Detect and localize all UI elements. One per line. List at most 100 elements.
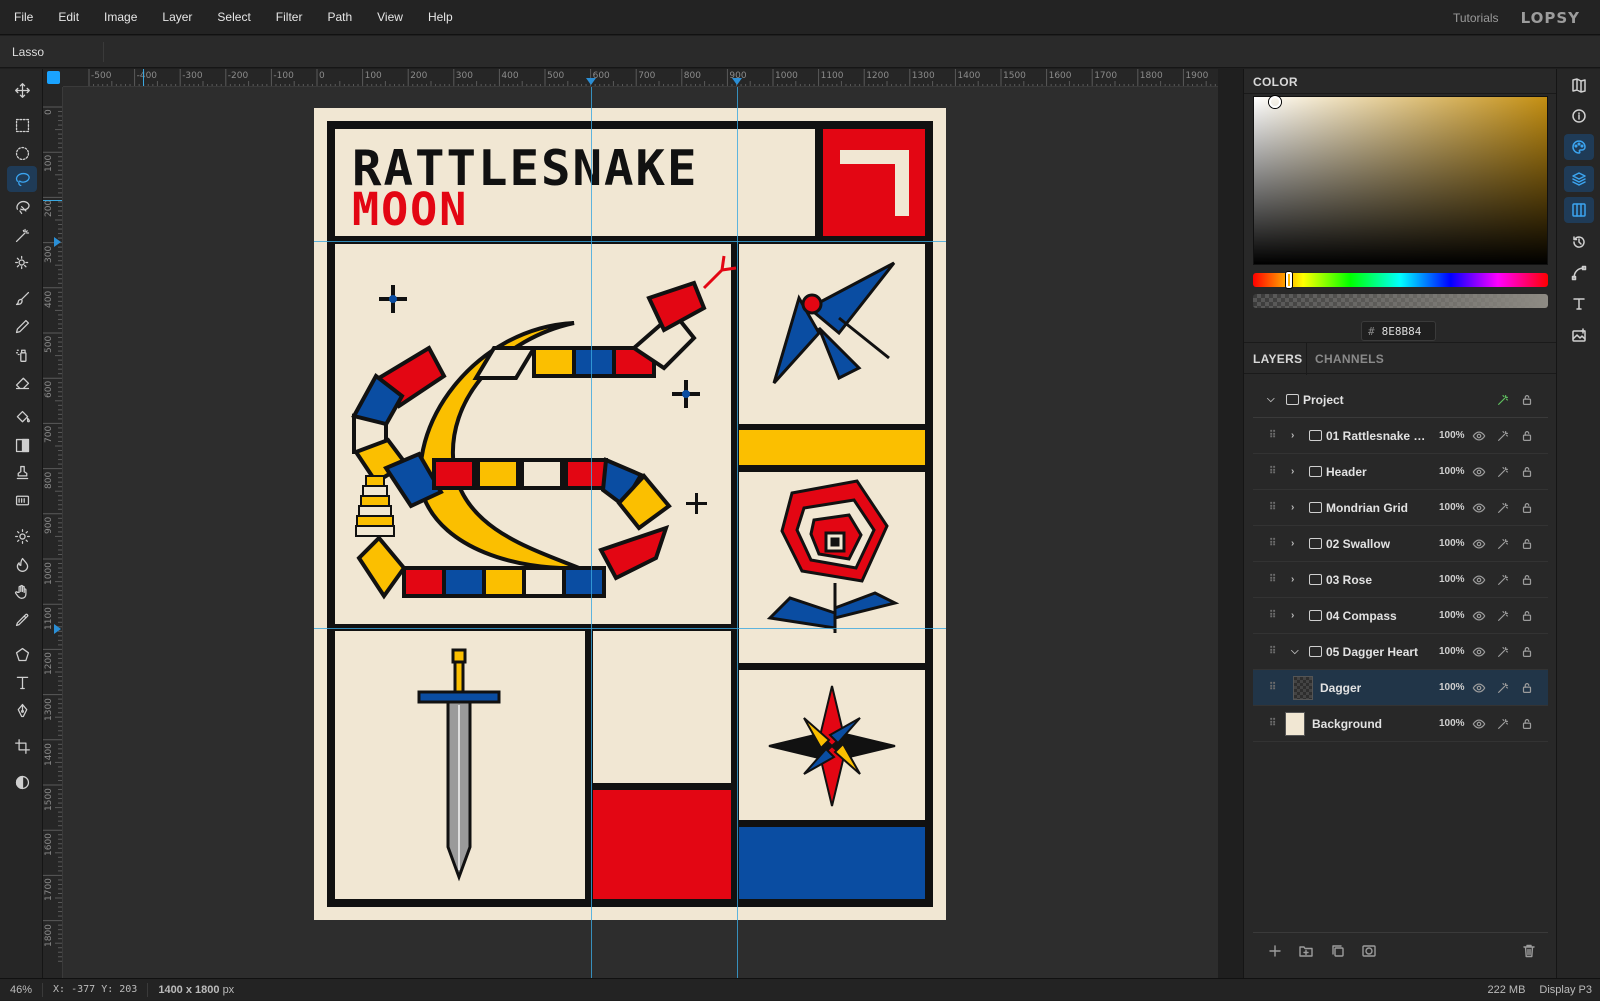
drag-handle-icon[interactable]: ⠿ — [1269, 682, 1276, 693]
lock-icon[interactable] — [1520, 429, 1534, 443]
ellipse-marquee-icon[interactable] — [7, 140, 37, 166]
visibility-eye-icon[interactable] — [1472, 609, 1486, 623]
burn-icon[interactable] — [7, 551, 37, 577]
menu-help[interactable]: Help — [414, 10, 464, 24]
menu-path[interactable]: Path — [313, 10, 363, 24]
layer-opacity[interactable]: 100% — [1439, 466, 1465, 477]
effects-icon[interactable] — [1496, 645, 1510, 659]
tutorials-link[interactable]: Tutorials — [1453, 11, 1499, 25]
effects-icon[interactable] — [1496, 501, 1510, 515]
guide-line-vertical[interactable] — [737, 87, 738, 978]
menu-image[interactable]: Image — [90, 10, 148, 24]
eraser-icon[interactable] — [7, 369, 37, 395]
visibility-eye-icon[interactable] — [1472, 465, 1486, 479]
layer-row[interactable]: ⠿ Background 100% — [1253, 706, 1548, 742]
spray-icon[interactable] — [7, 341, 37, 367]
color-picker-cursor[interactable] — [1269, 96, 1281, 108]
lock-icon[interactable] — [1520, 717, 1534, 731]
effects-icon[interactable] — [1496, 609, 1510, 623]
layer-opacity[interactable]: 100% — [1439, 502, 1465, 513]
lasso-icon[interactable] — [7, 166, 37, 192]
pen-icon[interactable] — [7, 697, 37, 723]
layer-group-row[interactable]: ⠿ › Mondrian Grid 100% — [1253, 490, 1548, 526]
lock-icon[interactable] — [1520, 537, 1534, 551]
channels-icon[interactable] — [1564, 197, 1594, 223]
drag-handle-icon[interactable]: ⠿ — [1269, 502, 1276, 513]
visibility-eye-icon[interactable] — [1472, 645, 1486, 659]
layer-group-row[interactable]: ⠿ › 04 Compass 100% — [1253, 598, 1548, 634]
layer-group-row[interactable]: ⠿ › 03 Rose 100% — [1253, 562, 1548, 598]
effects-icon[interactable] — [1496, 717, 1510, 731]
effects-icon[interactable] — [1496, 573, 1510, 587]
menu-view[interactable]: View — [363, 10, 414, 24]
duplicate-layer-icon[interactable] — [1330, 943, 1346, 959]
chevron-right-icon[interactable]: › — [1291, 430, 1294, 441]
paths-icon[interactable] — [1564, 260, 1594, 286]
visibility-eye-icon[interactable] — [1472, 681, 1486, 695]
visibility-eye-icon[interactable] — [1472, 429, 1486, 443]
visibility-eye-icon[interactable] — [1472, 501, 1486, 515]
layer-group-row[interactable]: ⠿ › 02 Swallow 100% — [1253, 526, 1548, 562]
magnetic-lasso-icon[interactable] — [7, 194, 37, 220]
chevron-down-icon[interactable]: ⌵ — [1291, 646, 1299, 657]
layer-opacity[interactable]: 100% — [1439, 610, 1465, 621]
drag-handle-icon[interactable]: ⠿ — [1269, 430, 1276, 441]
lock-icon[interactable] — [1520, 393, 1534, 407]
drag-handle-icon[interactable]: ⠿ — [1269, 646, 1276, 657]
visibility-eye-icon[interactable] — [1472, 537, 1486, 551]
history-icon[interactable] — [1564, 229, 1594, 255]
color-panel-title[interactable]: COLOR — [1253, 75, 1298, 89]
hex-value[interactable]: 8E8B84 — [1382, 325, 1422, 338]
guide-marker-icon[interactable] — [586, 78, 596, 85]
shape-icon[interactable] — [7, 641, 37, 667]
move-tool-icon[interactable] — [7, 77, 37, 103]
effects-icon[interactable] — [1496, 537, 1510, 551]
menu-select[interactable]: Select — [203, 10, 261, 24]
tab-layers[interactable]: LAYERS — [1253, 352, 1302, 366]
ruler-corner[interactable] — [43, 69, 63, 87]
mask-icon[interactable] — [1361, 943, 1377, 959]
layer-opacity[interactable]: 100% — [1439, 718, 1465, 729]
contrast-icon[interactable] — [7, 769, 37, 795]
tab-channels[interactable]: CHANNELS — [1315, 352, 1384, 366]
eyedropper-icon[interactable] — [7, 606, 37, 632]
brush-icon[interactable] — [7, 285, 37, 311]
drag-handle-icon[interactable]: ⠿ — [1269, 574, 1276, 585]
effects-icon[interactable] — [1496, 465, 1510, 479]
new-group-icon[interactable] — [1298, 943, 1314, 959]
visibility-eye-icon[interactable] — [1472, 717, 1486, 731]
bucket-icon[interactable] — [7, 404, 37, 430]
stamp-icon[interactable] — [7, 459, 37, 485]
hue-slider[interactable] — [1253, 272, 1548, 288]
layer-opacity[interactable]: 100% — [1439, 574, 1465, 585]
hue-slider-handle[interactable] — [1286, 272, 1292, 288]
canvas-area[interactable]: RATTLESNAKE MOON — [63, 87, 1218, 978]
menu-layer[interactable]: Layer — [148, 10, 203, 24]
lock-icon[interactable] — [1520, 609, 1534, 623]
layer-group-row[interactable]: ⠿ › Header 100% — [1253, 454, 1548, 490]
color-picker-field[interactable] — [1253, 96, 1548, 265]
crop-icon[interactable] — [7, 733, 37, 759]
layers-icon[interactable] — [1564, 166, 1594, 192]
lock-icon[interactable] — [1520, 573, 1534, 587]
info-icon[interactable] — [1564, 103, 1594, 129]
lock-icon[interactable] — [1520, 681, 1534, 695]
pattern-stamp-icon[interactable] — [7, 487, 37, 513]
layer-group-row[interactable]: ⠿ ⌵ 05 Dagger Heart 100% — [1253, 634, 1548, 670]
lock-icon[interactable] — [1520, 465, 1534, 479]
guide-line-horizontal[interactable] — [314, 241, 946, 242]
guide-marker-icon[interactable] — [732, 78, 742, 85]
text-tool-icon[interactable] — [7, 669, 37, 695]
horizontal-ruler[interactable]: -500 -400 -300 -200 -100 0 100 200 300 400 500 600 7… — [63, 69, 1218, 87]
guide-marker-icon[interactable] — [54, 237, 61, 247]
color-palette-icon[interactable] — [1564, 134, 1594, 160]
magic-wand-icon[interactable] — [7, 222, 37, 248]
effects-icon[interactable] — [1496, 393, 1510, 407]
pencil-icon[interactable] — [7, 313, 37, 339]
layer-group-project[interactable]: ⌵ Project — [1253, 382, 1548, 418]
hex-input[interactable]: # 8E8B84 — [1361, 321, 1436, 341]
menu-filter[interactable]: Filter — [262, 10, 314, 24]
chevron-right-icon[interactable]: › — [1291, 538, 1294, 549]
layer-opacity[interactable]: 100% — [1439, 430, 1465, 441]
delete-layer-icon[interactable] — [1521, 943, 1537, 959]
